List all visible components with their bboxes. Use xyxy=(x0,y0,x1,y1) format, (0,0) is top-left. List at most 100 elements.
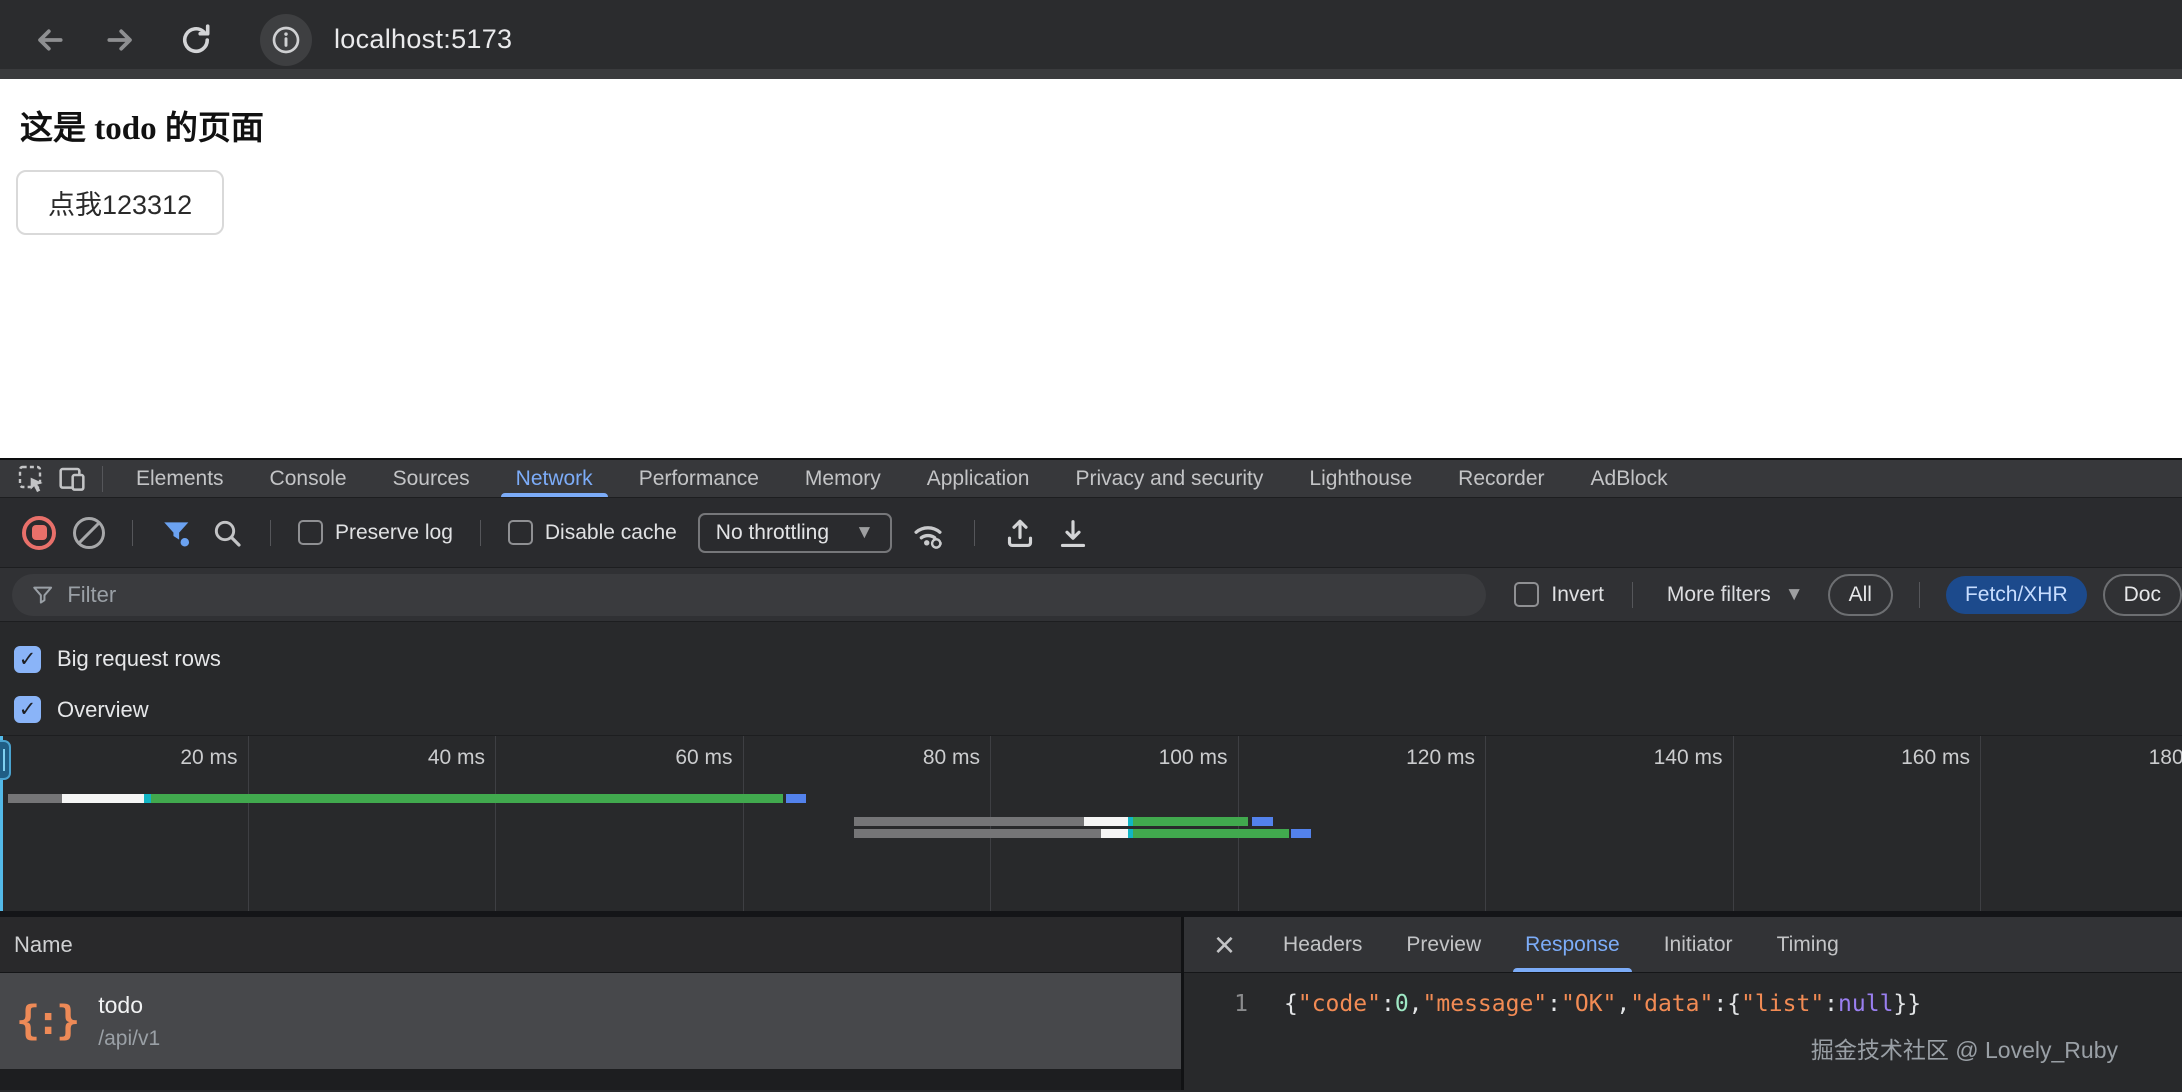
throttling-select[interactable]: No throttling ▼ xyxy=(698,513,892,553)
browser-nav-buttons xyxy=(28,20,216,60)
tab-recorder[interactable]: Recorder xyxy=(1435,460,1567,497)
request-row-todo[interactable]: {:}todo/api/v1 xyxy=(0,973,1181,1069)
waterfall-bar-segment[interactable] xyxy=(1133,817,1248,826)
close-icon[interactable]: × xyxy=(1214,927,1235,963)
disable-cache-option: Disable cache xyxy=(508,520,677,545)
requests-table-header[interactable]: Name xyxy=(0,917,1181,973)
tab-application[interactable]: Application xyxy=(904,460,1053,497)
device-toolbar-icon[interactable] xyxy=(52,463,92,495)
tab-network[interactable]: Network xyxy=(493,460,616,497)
overview-gridline xyxy=(1980,736,1981,911)
type-filter-doc[interactable]: Doc xyxy=(2103,574,2182,616)
detail-tab-headers[interactable]: Headers xyxy=(1261,917,1384,972)
devtools-tabs: ElementsConsoleSourcesNetworkPerformance… xyxy=(113,460,1691,497)
funnel-icon xyxy=(30,582,55,608)
json-token-number: 0 xyxy=(1395,991,1409,1017)
screen: localhost:5173 这是 todo 的页面 点我123312 Elem… xyxy=(0,0,2182,1092)
requests-table: Name {:}todo/api/v1 xyxy=(0,917,1181,1090)
invert-option: Invert xyxy=(1514,582,1604,607)
waterfall-bar-segment[interactable] xyxy=(8,794,62,803)
devtools-tabbar: ElementsConsoleSourcesNetworkPerformance… xyxy=(0,460,2182,498)
overview-tick-label: 120 ms xyxy=(1406,746,1475,770)
inspect-icon[interactable] xyxy=(12,463,52,495)
export-har-icon[interactable] xyxy=(1002,515,1038,551)
network-options: ✓Big request rows✓Overview xyxy=(0,622,2182,735)
forward-icon[interactable] xyxy=(102,20,142,60)
waterfall-bar-segment[interactable] xyxy=(151,794,783,803)
overview-window-grip[interactable] xyxy=(0,740,11,780)
detail-tab-response[interactable]: Response xyxy=(1503,917,1642,972)
filter-input[interactable] xyxy=(67,582,1468,608)
info-icon xyxy=(270,24,302,56)
waterfall-bar-segment[interactable] xyxy=(854,829,1101,838)
json-token-string: "list" xyxy=(1741,991,1824,1017)
checkbox-big-request-rows[interactable]: ✓ xyxy=(14,646,41,673)
actionbar-divider xyxy=(480,520,481,546)
todo-button[interactable]: 点我123312 xyxy=(16,170,224,235)
tab-performance[interactable]: Performance xyxy=(616,460,782,497)
waterfall-bar-segment[interactable] xyxy=(786,794,806,803)
json-token-string: "OK" xyxy=(1561,991,1616,1017)
network-bottom-split: Name {:}todo/api/v1 × HeadersPreviewResp… xyxy=(0,911,2182,1090)
actionbar-divider xyxy=(270,520,271,546)
overview-tick-label: 80 ms xyxy=(923,746,980,770)
overview-gridline xyxy=(1733,736,1734,911)
chevron-down-icon: ▼ xyxy=(1785,584,1804,606)
json-token-punct: , xyxy=(1616,991,1630,1017)
disable-cache-checkbox[interactable] xyxy=(508,520,533,545)
tab-console[interactable]: Console xyxy=(247,460,370,497)
tab-privacy-and-security[interactable]: Privacy and security xyxy=(1052,460,1286,497)
filter-cluster: Invert More filters ▼ All Fetch/XHR Doc xyxy=(1514,574,2182,616)
preserve-log-checkbox[interactable] xyxy=(298,520,323,545)
waterfall-bar-segment[interactable] xyxy=(854,817,1084,826)
json-token-punct: { xyxy=(1727,991,1741,1017)
record-button[interactable] xyxy=(22,516,56,550)
waterfall-bar-segment[interactable] xyxy=(144,794,151,803)
invert-checkbox[interactable] xyxy=(1514,582,1539,607)
overview-gridline xyxy=(743,736,744,911)
tab-adblock[interactable]: AdBlock xyxy=(1568,460,1691,497)
waterfall-bar-segment[interactable] xyxy=(1291,829,1311,838)
more-filters-label: More filters xyxy=(1667,583,1771,607)
detail-tab-preview[interactable]: Preview xyxy=(1384,917,1503,972)
url-text[interactable]: localhost:5173 xyxy=(334,24,512,55)
tab-elements[interactable]: Elements xyxy=(113,460,247,497)
waterfall-bar-segment[interactable] xyxy=(1101,829,1128,838)
json-icon: {:} xyxy=(16,998,76,1044)
detail-tab-timing[interactable]: Timing xyxy=(1755,917,1861,972)
requests-rows: {:}todo/api/v1 xyxy=(0,973,1181,1069)
checkbox-overview[interactable]: ✓ xyxy=(14,696,41,723)
waterfall-bar-segment[interactable] xyxy=(1252,817,1273,826)
name-column-header[interactable]: Name xyxy=(14,932,73,958)
tab-memory[interactable]: Memory xyxy=(782,460,904,497)
request-detail-panel: × HeadersPreviewResponseInitiatorTiming … xyxy=(1184,917,2182,1090)
json-token-null: null xyxy=(1838,991,1893,1017)
tab-sources[interactable]: Sources xyxy=(370,460,493,497)
search-icon[interactable] xyxy=(211,517,243,549)
preserve-log-label: Preserve log xyxy=(335,521,453,545)
overview-gridline xyxy=(495,736,496,911)
more-filters-button[interactable]: More filters ▼ xyxy=(1667,583,1804,607)
site-info-chip[interactable] xyxy=(260,14,312,66)
import-har-icon[interactable] xyxy=(1055,515,1091,551)
network-filterbar: Invert More filters ▼ All Fetch/XHR Doc xyxy=(0,568,2182,622)
back-icon[interactable] xyxy=(28,20,68,60)
actionbar-divider xyxy=(132,520,133,546)
option-label-overview: Overview xyxy=(57,697,149,723)
type-filter-all[interactable]: All xyxy=(1828,574,1893,616)
filter-toggle-icon[interactable] xyxy=(160,516,194,550)
json-token-punct: , xyxy=(1409,991,1423,1017)
detail-tab-initiator[interactable]: Initiator xyxy=(1642,917,1755,972)
network-conditions-icon[interactable] xyxy=(909,514,947,552)
waterfall-bar-segment[interactable] xyxy=(1133,829,1289,838)
reload-icon[interactable] xyxy=(176,20,216,60)
tab-lighthouse[interactable]: Lighthouse xyxy=(1286,460,1435,497)
response-json: {"code":0,"message":"OK","data":{"list":… xyxy=(1284,991,1921,1017)
waterfall-bar-segment[interactable] xyxy=(62,794,144,803)
line-number: 1 xyxy=(1184,991,1248,1017)
clear-button[interactable] xyxy=(73,517,105,549)
network-overview-timeline[interactable]: 20 ms40 ms60 ms80 ms100 ms120 ms140 ms16… xyxy=(0,735,2182,911)
waterfall-bar-segment[interactable] xyxy=(1084,817,1128,826)
type-filter-fetch-xhr[interactable]: Fetch/XHR xyxy=(1946,576,2087,614)
option-overview: ✓ Overview xyxy=(14,688,2182,732)
